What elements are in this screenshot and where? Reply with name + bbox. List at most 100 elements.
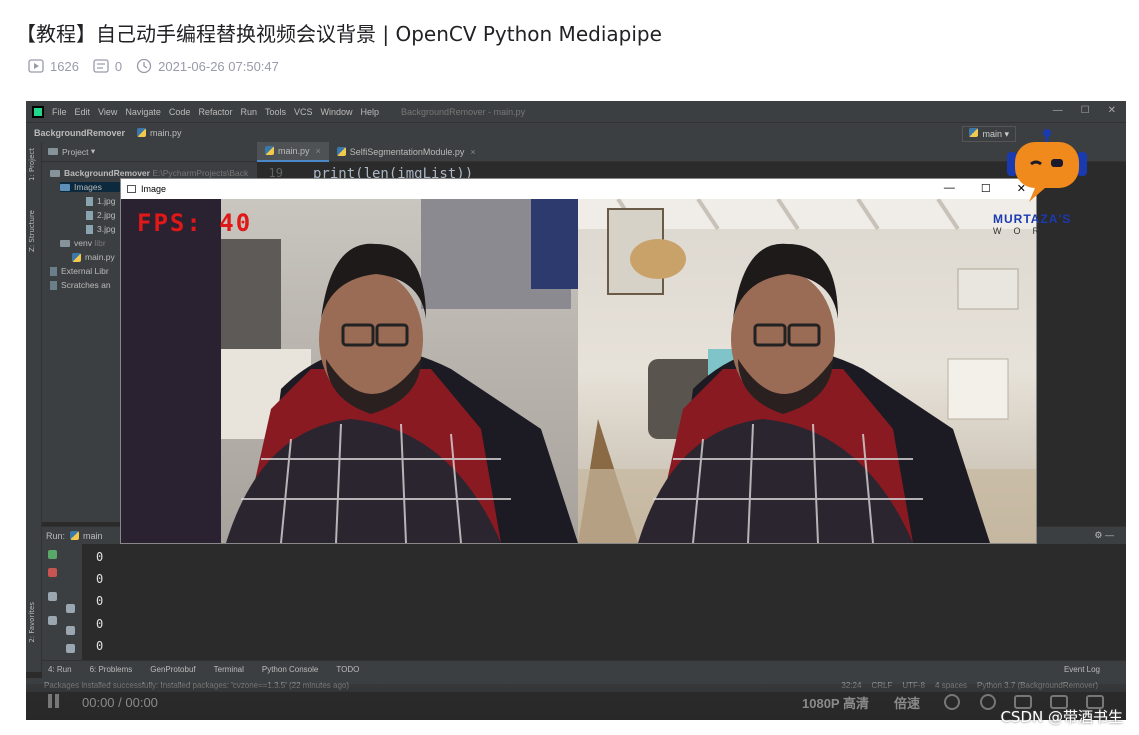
- video-player[interactable]: File Edit View Navigate Code Refactor Ru…: [26, 101, 1126, 720]
- image-file-icon: [86, 196, 93, 206]
- python-file-icon: [137, 128, 147, 137]
- ide-left-toolstrip: 1: Project Z: Structure 2: Favorites: [26, 142, 42, 672]
- tree-item-images[interactable]: Images: [60, 182, 120, 192]
- cv-window-titlebar[interactable]: Image — ☐ ✕: [121, 179, 1036, 199]
- ide-navbar: BackgroundRemover main.py main ▾: [26, 122, 1126, 142]
- event-log-button[interactable]: Event Log: [1064, 665, 1100, 674]
- menu-run[interactable]: Run: [240, 107, 257, 117]
- tab-selfisegmentation[interactable]: SelfiSegmentationModule.py ×: [329, 142, 484, 162]
- menu-view[interactable]: View: [98, 107, 117, 117]
- comments-stat[interactable]: 0: [93, 59, 122, 74]
- watermark-sub: WOR: [993, 226, 1051, 236]
- csdn-watermark: CSDN @带酒书生: [1000, 708, 1123, 726]
- close-tab-icon[interactable]: ×: [470, 147, 475, 157]
- tree-item-label: venv: [74, 238, 92, 248]
- comments-count: 0: [114, 58, 123, 74]
- close-tab-icon[interactable]: ×: [316, 146, 321, 156]
- menu-navigate[interactable]: Navigate: [125, 107, 161, 117]
- run-output-panel: 0 0 0 0 0: [42, 544, 1126, 660]
- video-controls: 00:00 / 00:00 1080P 高清 倍速: [26, 684, 1126, 720]
- comment-icon: [93, 59, 109, 73]
- project-panel-title: Project: [62, 146, 89, 157]
- minimize-icon[interactable]: —: [1053, 105, 1063, 116]
- play-count-icon: [28, 59, 44, 73]
- tree-item-external-libs[interactable]: External Libr: [50, 266, 109, 276]
- menu-edit[interactable]: Edit: [75, 107, 91, 117]
- tab-python-console[interactable]: Python Console: [262, 665, 318, 674]
- speed-button[interactable]: 倍速: [894, 693, 920, 712]
- tree-item-path: libr: [94, 238, 106, 248]
- article-meta: 1626 0 2021-06-26 07:50:47: [28, 58, 293, 74]
- project-panel-header[interactable]: Project ▾: [42, 142, 257, 162]
- tab-label: main.py: [278, 145, 310, 156]
- menu-window[interactable]: Window: [321, 107, 353, 117]
- python-file-icon: [72, 252, 81, 262]
- print-icon[interactable]: [66, 626, 75, 635]
- output-line: 0: [96, 639, 104, 653]
- maximize-icon[interactable]: ☐: [1081, 105, 1090, 116]
- tab-run[interactable]: 4: Run: [48, 665, 72, 674]
- tree-item-file[interactable]: 3.jpg: [86, 224, 115, 234]
- tab-terminal[interactable]: Terminal: [214, 665, 244, 674]
- run-label: Run:: [46, 530, 66, 541]
- opencv-image-window[interactable]: Image — ☐ ✕ FPS: 40: [120, 178, 1037, 544]
- trash-icon[interactable]: [66, 644, 75, 653]
- menu-refactor[interactable]: Refactor: [198, 107, 232, 117]
- date-stat: 2021-06-26 07:50:47: [136, 58, 279, 74]
- tab-genprotobuf[interactable]: GenProtobuf: [150, 665, 195, 674]
- article-title: 【教程】自己动手编程替换视频会议背景 | OpenCV Python Media…: [16, 22, 662, 46]
- tree-item-file[interactable]: 2.jpg: [86, 210, 115, 220]
- tool-project-label[interactable]: 1: Project: [28, 148, 36, 181]
- tab-problems[interactable]: 6: Problems: [90, 665, 133, 674]
- fps-counter: FPS: 40: [137, 209, 253, 237]
- rerun-icon[interactable]: [48, 550, 57, 559]
- run-config-name[interactable]: main: [83, 531, 103, 541]
- menu-code[interactable]: Code: [169, 107, 191, 117]
- tree-item-label: 1.jpg: [97, 196, 116, 206]
- tree-item-label: main.py: [85, 252, 115, 262]
- tree-item-venv[interactable]: venv libr: [60, 238, 106, 248]
- breadcrumb-file-label: main.py: [150, 127, 182, 138]
- menu-file[interactable]: File: [52, 107, 67, 117]
- clock-icon: [137, 58, 152, 74]
- menu-tools[interactable]: Tools: [265, 107, 286, 117]
- tool-favorites-label[interactable]: 2: Favorites: [28, 602, 36, 643]
- breadcrumb-file[interactable]: main.py: [137, 128, 182, 138]
- tree-item-scratches[interactable]: Scratches an: [50, 280, 111, 290]
- menu-help[interactable]: Help: [361, 107, 380, 117]
- tree-item-mainpy[interactable]: main.py: [72, 252, 115, 262]
- views-stat: 1626: [28, 59, 79, 74]
- breadcrumb-project[interactable]: BackgroundRemover: [34, 128, 125, 138]
- scratches-icon: [50, 280, 57, 290]
- output-line: 0: [96, 572, 104, 586]
- person-new-background-image: [578, 199, 1036, 543]
- scroll-end-icon[interactable]: [66, 604, 75, 613]
- tool-structure-label[interactable]: Z: Structure: [28, 210, 36, 252]
- webcam-frame: FPS: 40: [121, 199, 1036, 543]
- tree-item-label: External Libr: [61, 266, 109, 276]
- quality-button[interactable]: 1080P 高清: [802, 693, 869, 712]
- minimize-icon[interactable]: —: [944, 182, 955, 195]
- menu-vcs[interactable]: VCS: [294, 107, 313, 117]
- settings-icon[interactable]: [980, 694, 996, 710]
- tab-label: SelfiSegmentationModule.py: [349, 146, 465, 157]
- editor-tabs: main.py × SelfiSegmentationModule.py ×: [257, 141, 1126, 162]
- tree-item-root[interactable]: BackgroundRemover E:\PycharmProjects\Bac…: [50, 168, 248, 178]
- stop-icon[interactable]: [48, 568, 57, 577]
- tab-main-py[interactable]: main.py ×: [257, 141, 329, 162]
- maximize-icon[interactable]: ☐: [981, 182, 991, 195]
- person-original-image: [121, 199, 578, 543]
- close-icon[interactable]: ✕: [1108, 105, 1116, 116]
- mute-icon[interactable]: [944, 694, 960, 710]
- ide-window-title: BackgroundRemover - main.py: [401, 106, 526, 117]
- layout-icon[interactable]: [48, 592, 57, 601]
- watermark-brand: MURTAZA'S: [993, 212, 1072, 226]
- tree-item-file[interactable]: 1.jpg: [86, 196, 115, 206]
- pin-icon[interactable]: [48, 616, 57, 625]
- pause-icon[interactable]: [48, 694, 52, 708]
- original-frame: FPS: 40: [121, 199, 578, 543]
- tab-todo[interactable]: TODO: [336, 665, 359, 674]
- run-config-label: main: [982, 129, 1002, 139]
- settings-gear-icon[interactable]: ⚙ —: [1094, 530, 1114, 541]
- views-count: 1626: [50, 58, 79, 74]
